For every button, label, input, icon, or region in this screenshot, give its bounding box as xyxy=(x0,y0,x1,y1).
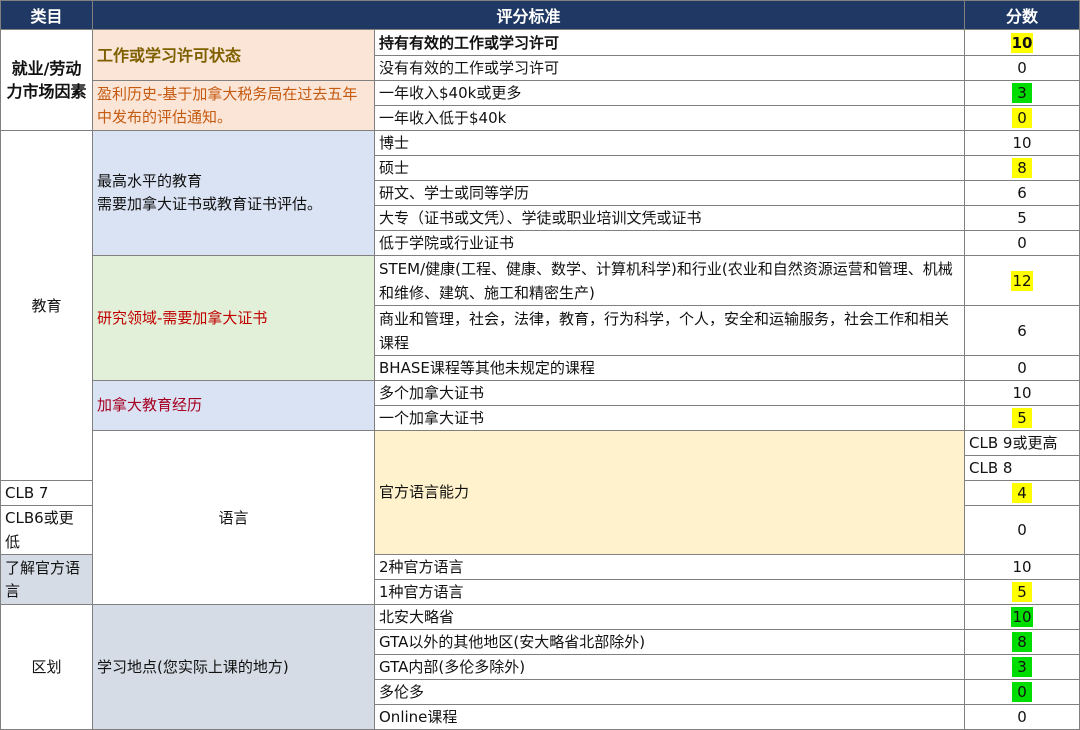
subcategory-work-permit: 工作或学习许可状态 xyxy=(92,29,375,81)
criterion-cell: 多个加拿大证书 xyxy=(373,380,966,406)
score-cell: 10 xyxy=(964,29,1080,56)
score-cell: 5 xyxy=(964,405,1080,431)
subcategory-canadian-education: 加拿大教育经历 xyxy=(92,380,375,431)
score-value: 12 xyxy=(1011,270,1033,291)
criterion-cell: 1种官方语言 xyxy=(373,579,966,605)
criterion-cell: 北安大略省 xyxy=(373,604,966,630)
category-language: 语言 xyxy=(92,430,375,605)
score-cell: 10 xyxy=(964,604,1080,630)
header-criteria: 评分标准 xyxy=(91,0,966,30)
header-category: 类目 xyxy=(0,0,93,30)
scoring-table: 类目 评分标准 分数 就业/劳动力市场因素 工作或学习许可状态 持有有效的工作或… xyxy=(0,0,1080,730)
score-cell: 10 xyxy=(964,130,1080,156)
criterion-cell: 一个加拿大证书 xyxy=(373,405,966,431)
score-cell: 10 xyxy=(964,380,1080,406)
score-cell: 10 xyxy=(964,554,1080,580)
criterion-cell: GTA以外的其他地区(安大略省北部除外) xyxy=(373,629,966,655)
criterion-cell: 没有有效的工作或学习许可 xyxy=(373,55,966,81)
score-value: 8 xyxy=(1012,158,1033,178)
score-value: 3 xyxy=(1012,83,1033,103)
score-value: 3 xyxy=(1012,657,1033,677)
subcategory-highest-education: 最高水平的教育 需要加拿大证书或教育证书评估。 xyxy=(92,130,375,256)
criterion-cell: CLB 8 xyxy=(964,455,1080,481)
criterion-cell: GTA内部(多伦多除外) xyxy=(373,654,966,680)
score-cell: 5 xyxy=(964,205,1080,231)
score-cell: 6 xyxy=(964,180,1080,206)
criterion-cell: CLB 7 xyxy=(0,480,93,506)
score-cell: 3 xyxy=(964,80,1080,106)
table-row: 语言 官方语言能力 CLB 9或更高 10 xyxy=(1,430,1080,605)
score-cell: 5 xyxy=(964,579,1080,605)
criterion-cell: 大专（证书或文凭）、学徒或职业培训文凭或证书 xyxy=(373,205,966,231)
score-value: 0 xyxy=(1012,108,1033,128)
score-cell: 8 xyxy=(964,155,1080,181)
table-row: 就业/劳动力市场因素 工作或学习许可状态 持有有效的工作或学习许可 10 xyxy=(0,29,1080,131)
score-value: 10 xyxy=(1010,32,1034,53)
subcategory-field-of-study: 研究领域-需要加拿大证书 xyxy=(92,255,375,381)
table-row: 加拿大教育经历 多个加拿大证书 10 xyxy=(1,380,1080,431)
subcategory-study-location: 学习地点(您实际上课的地方) xyxy=(92,604,375,730)
criterion-cell: 2种官方语言 xyxy=(373,554,966,580)
criterion-cell: CLB6或更低 xyxy=(0,505,93,555)
criterion-cell: Online课程 xyxy=(373,704,966,730)
category-zone: 区划 xyxy=(0,604,93,730)
criterion-cell: 持有有效的工作或学习许可 xyxy=(373,29,966,56)
header-score: 分数 xyxy=(964,0,1080,30)
criterion-cell: 一年收入$40k或更多 xyxy=(373,80,966,106)
criterion-cell: 多伦多 xyxy=(373,679,966,705)
table-row: 盈利历史-基于加拿大税务局在过去五年中发布的评估通知。 一年收入$40k或更多 … xyxy=(1,80,1080,131)
score-cell: 3 xyxy=(964,654,1080,680)
criterion-cell: 低于学院或行业证书 xyxy=(373,230,966,256)
criterion-cell: 博士 xyxy=(373,130,966,156)
score-cell: 0 xyxy=(964,505,1080,555)
criterion-cell: STEM/健康(工程、健康、数学、计算机科学)和行业(农业和自然资源运营和管理、… xyxy=(373,255,966,306)
score-cell: 12 xyxy=(964,255,1080,306)
criterion-cell: CLB 9或更高 xyxy=(964,430,1080,456)
table-row: 区划 学习地点(您实际上课的地方) 北安大略省 10 xyxy=(0,604,1080,730)
score-cell: 0 xyxy=(964,230,1080,256)
category-education: 教育 xyxy=(0,130,93,481)
subcategory-income-history: 盈利历史-基于加拿大税务局在过去五年中发布的评估通知。 xyxy=(92,80,375,131)
score-value: 10 xyxy=(1011,607,1033,627)
score-cell: 4 xyxy=(964,480,1080,506)
score-cell: 8 xyxy=(964,629,1080,655)
score-cell: 0 xyxy=(964,679,1080,705)
score-cell: 0 xyxy=(964,355,1080,381)
criterion-cell: 商业和管理，社会，法律，教育，行为科学，个人，安全和运输服务，社会工作和相关课程 xyxy=(373,305,966,356)
criterion-cell: 研文、学士或同等学历 xyxy=(373,180,966,206)
header-row: 类目 评分标准 分数 xyxy=(0,0,1080,30)
table-row: 研究领域-需要加拿大证书 STEM/健康(工程、健康、数学、计算机科学)和行业(… xyxy=(1,255,1080,381)
criterion-cell: BHASE课程等其他未规定的课程 xyxy=(373,355,966,381)
score-value: 4 xyxy=(1012,483,1033,503)
criterion-cell: 硕士 xyxy=(373,155,966,181)
score-value: 8 xyxy=(1012,632,1033,652)
subcategory-know-official-language: 了解官方语言 xyxy=(0,554,93,605)
score-cell: 0 xyxy=(964,55,1080,81)
subcategory-official-language: 官方语言能力 xyxy=(373,430,966,555)
table-row: 教育 最高水平的教育 需要加拿大证书或教育证书评估。 博士 10 xyxy=(0,130,1080,481)
category-employment: 就业/劳动力市场因素 xyxy=(0,29,93,131)
score-cell: 6 xyxy=(964,305,1080,356)
criterion-cell: 一年收入低于$40k xyxy=(373,105,966,131)
score-value: 5 xyxy=(1012,582,1033,602)
score-cell: 0 xyxy=(964,704,1080,730)
score-value: 0 xyxy=(1012,682,1033,702)
score-value: 5 xyxy=(1012,408,1033,428)
score-cell: 0 xyxy=(964,105,1080,131)
